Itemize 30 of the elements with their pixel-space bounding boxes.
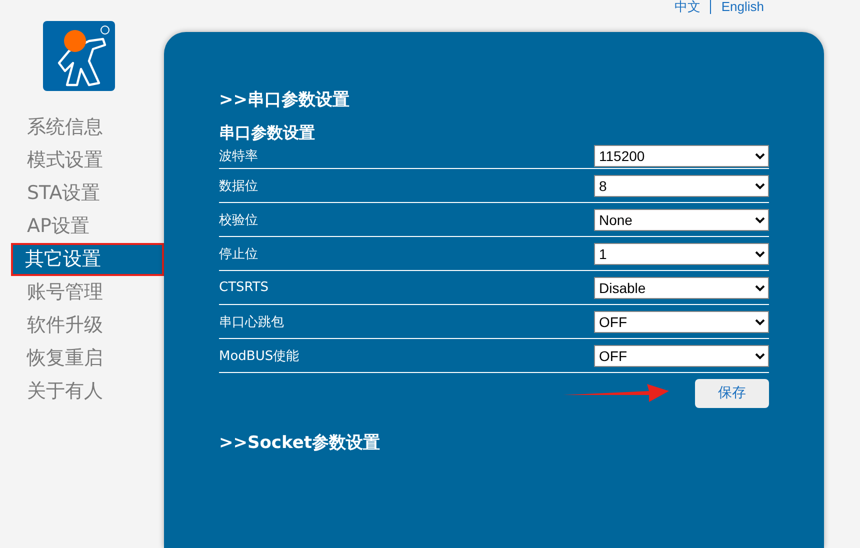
logo-icon xyxy=(43,21,115,91)
nav-item[interactable]: STA设置 xyxy=(0,177,164,210)
nav-item[interactable]: 恢复重启 xyxy=(0,342,164,375)
dropdown[interactable]: Disable xyxy=(594,276,769,298)
dropdown[interactable]: None xyxy=(594,208,769,230)
field-label: 数据位 xyxy=(219,178,258,194)
nav-item[interactable]: 模式设置 xyxy=(0,144,164,177)
field-label: 校验位 xyxy=(219,212,258,228)
dropdown[interactable]: OFF xyxy=(594,310,769,332)
field-label: 串口心跳包 xyxy=(219,314,284,330)
field-label: CTSRTS xyxy=(219,280,269,295)
nav-item[interactable]: 软件升级 xyxy=(0,309,164,342)
nav-item[interactable]: 账号管理 xyxy=(0,276,164,309)
dropdown[interactable]: 1 xyxy=(594,242,769,264)
dropdown[interactable]: 8 xyxy=(594,174,769,196)
section-title: >>串口参数设置 xyxy=(219,89,350,111)
nav-item[interactable]: 其它设置 xyxy=(11,243,164,276)
group-title: 串口参数设置 xyxy=(219,123,316,144)
section-title: >>Socket参数设置 xyxy=(219,432,381,454)
field-label: 波特率 xyxy=(219,148,258,165)
language-link[interactable]: English xyxy=(721,0,764,14)
nav-item[interactable]: 系统信息 xyxy=(0,111,164,144)
field-label: 停止位 xyxy=(219,246,258,262)
dropdown[interactable]: 115200 xyxy=(594,145,769,167)
language-link[interactable]: 中文 xyxy=(674,0,700,14)
nav-item[interactable]: 关于有人 xyxy=(0,375,164,408)
field-label: ModBUS使能 xyxy=(219,348,300,364)
nav-item[interactable]: AP设置 xyxy=(0,210,164,243)
save-button[interactable]: 保存 xyxy=(695,378,769,408)
dropdown[interactable]: OFF xyxy=(594,344,769,366)
